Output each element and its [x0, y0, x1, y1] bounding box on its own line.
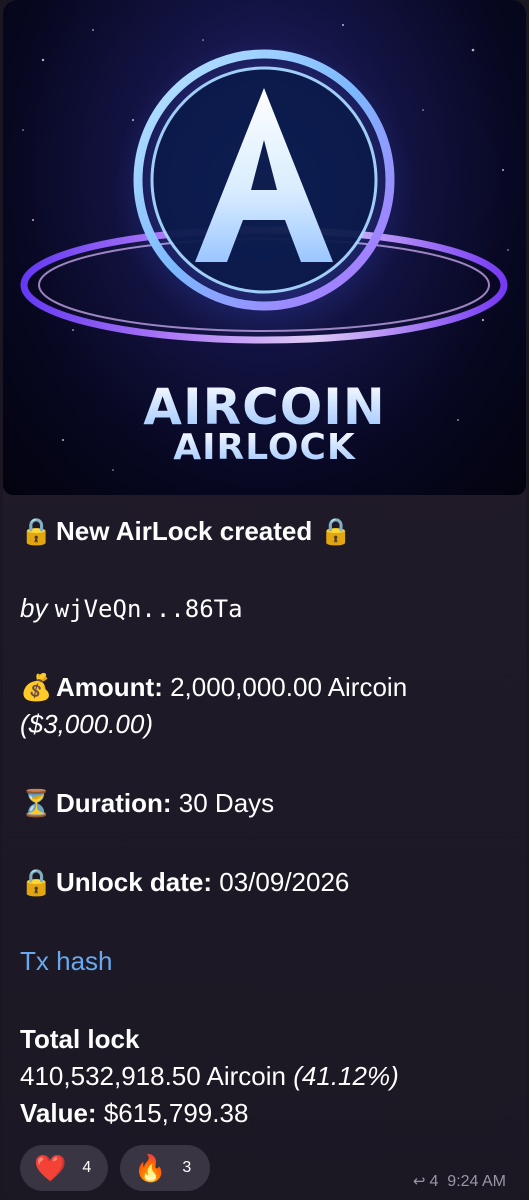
duration-label: Duration:: [56, 788, 172, 818]
total-lock-percent: (41.12%): [293, 1061, 399, 1091]
reaction-heart[interactable]: ❤️ 4: [20, 1145, 108, 1191]
amount-label: Amount:: [56, 672, 163, 702]
header-line: 🔒 New AirLock created 🔒: [20, 513, 355, 549]
hero-title-aircoin: AIRCOIN: [3, 380, 526, 434]
amount-line: 💰 Amount: 2,000,000.00 Aircoin: [20, 669, 407, 705]
hourglass-icon: ⏳: [20, 788, 53, 818]
header-text: New AirLock created: [56, 516, 313, 546]
lock-icon: 🔒: [20, 516, 53, 546]
unlock-line: 🔒 Unlock date: 03/09/2026: [20, 864, 349, 900]
reaction-count: 4: [82, 1159, 92, 1176]
value-amount: $615,799.38: [103, 1098, 249, 1128]
value-label: Value:: [20, 1098, 97, 1128]
amount-value: 2,000,000.00 Aircoin: [170, 672, 408, 702]
fire-icon: 🔥: [134, 1153, 167, 1183]
total-lock-label: Total lock: [20, 1024, 140, 1054]
duration-line: ⏳ Duration: 30 Days: [20, 785, 274, 821]
total-lock-amount: 410,532,918.50 Aircoin: [20, 1061, 286, 1091]
message-meta: ↩ 4 9:24 AM: [413, 1172, 506, 1191]
money-bag-icon: 💰: [20, 672, 53, 702]
message-bubble[interactable]: AIRCOIN AIRLOCK 🔒 New AirLock created 🔒 b…: [3, 0, 526, 1200]
unlock-label: Unlock date:: [56, 867, 213, 897]
reaction-fire[interactable]: 🔥 3: [120, 1145, 210, 1191]
creator-address[interactable]: wjVeQn...86Ta: [55, 595, 243, 623]
reply-arrow-icon[interactable]: ↩: [413, 1173, 426, 1190]
message-time: 9:24 AM: [447, 1173, 506, 1190]
lock-icon: 🔒: [319, 516, 352, 546]
message-image[interactable]: AIRCOIN AIRLOCK: [3, 0, 526, 495]
by-label: by: [20, 593, 48, 623]
hero-title-airlock: AIRLOCK: [3, 428, 526, 468]
duration-value: 30 Days: [178, 788, 275, 818]
heart-icon: ❤️: [34, 1153, 67, 1183]
tx-hash-link[interactable]: Tx hash: [20, 943, 113, 979]
reply-count[interactable]: 4: [430, 1173, 439, 1190]
unlock-value: 03/09/2026: [219, 867, 350, 897]
reaction-count: 3: [182, 1159, 192, 1176]
total-lock-line: 410,532,918.50 Aircoin (41.12%): [20, 1058, 399, 1094]
lock-icon: 🔒: [20, 867, 53, 897]
value-line: Value: $615,799.38: [20, 1095, 248, 1131]
amount-usd: ($3,000.00): [20, 709, 153, 739]
creator-line: by wjVeQn...86Ta: [20, 590, 243, 627]
